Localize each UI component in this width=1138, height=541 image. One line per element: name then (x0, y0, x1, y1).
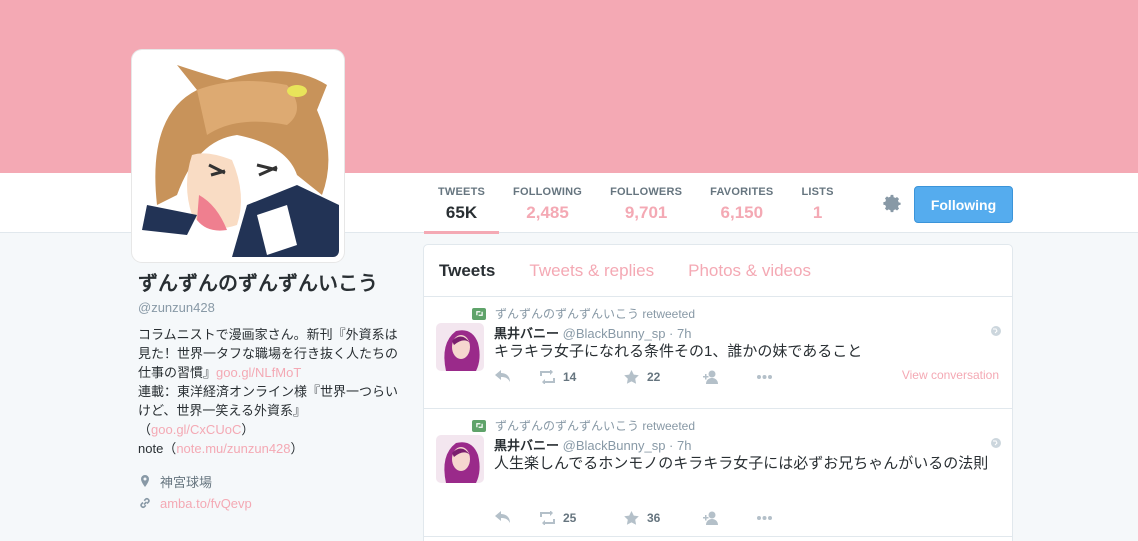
url-link[interactable]: amba.to/fvQevp (160, 496, 252, 511)
profile-url: amba.to/fvQevp (138, 492, 398, 514)
tweet-actions: 25 36 (494, 511, 773, 525)
stat-label: FOLLOWING (513, 186, 583, 198)
retweet-button[interactable]: 25 (539, 511, 623, 525)
bio-text: ） (290, 441, 304, 456)
profile-meta: 神宮球場 amba.to/fvQevp (138, 470, 398, 514)
bio-link[interactable]: goo.gl/NLfMoT (216, 365, 301, 380)
stat-followers[interactable]: FOLLOWERS 9,701 (596, 186, 696, 233)
tweet-author-avatar[interactable] (436, 435, 484, 483)
tab-tweets-replies[interactable]: Tweets & replies (529, 261, 654, 281)
retweet-context: ずんずんのずんずんいこう retweeted (472, 305, 695, 322)
profile-handle[interactable]: @zunzun428 (138, 300, 398, 315)
stat-value: 1 (812, 203, 823, 222)
tweet-header: 黒井バニー @BlackBunny_sp · 7h (494, 323, 691, 342)
stat-label: FAVORITES (710, 186, 774, 198)
more-button[interactable] (756, 370, 773, 384)
favorite-star-icon (624, 511, 639, 525)
tab-tweets[interactable]: Tweets (439, 261, 495, 281)
stat-value: 65K (445, 203, 478, 222)
reply-icon (495, 370, 510, 382)
more-button[interactable] (756, 511, 773, 525)
retweet-icon (472, 307, 486, 320)
tweet-author-avatar[interactable] (436, 323, 484, 371)
profile-avatar[interactable] (132, 50, 344, 262)
tweet-timeline: Tweets Tweets & replies Photos & videos … (423, 244, 1013, 541)
favorite-button[interactable]: 22 (623, 370, 702, 384)
tweet-text: キラキラ女子になれる条件その1、誰かの妹であること (494, 343, 863, 360)
stat-value: 6,150 (720, 203, 764, 222)
stat-following[interactable]: FOLLOWING 2,485 (499, 186, 596, 233)
favorite-count: 36 (647, 511, 661, 525)
retweet-count: 14 (563, 370, 577, 384)
tweet-item[interactable]: ずんずんのずんずんいこう retweeted 黒井バニー @BlackBunny… (424, 297, 1012, 409)
follow-icon (703, 370, 718, 384)
retweet-icon (472, 419, 486, 432)
bio-link[interactable]: goo.gl/CxCUoC (151, 422, 241, 437)
tweet-item[interactable]: ずんずんのずんずんいこう retweeted 黒井バニー @BlackBunny… (424, 409, 1012, 537)
tweet-text: 人生楽しんでるホンモノのキラキラ女子には必ずお兄ちゃんがいるの法則 (494, 455, 989, 472)
view-conversation-link[interactable]: View conversation (902, 368, 999, 382)
favorite-star-icon (624, 370, 639, 384)
retweet-context: ずんずんのずんずんいこう retweeted (472, 417, 695, 434)
tweet-author-handle[interactable]: @BlackBunny_sp · 7h (563, 326, 692, 341)
profile-location: 神宮球場 (138, 470, 398, 492)
more-icon (757, 516, 772, 520)
stat-value: 2,485 (526, 203, 569, 222)
globe-icon (991, 438, 1001, 448)
stat-tweets[interactable]: TWEETS 65K (424, 186, 500, 234)
timeline-tabs: Tweets Tweets & replies Photos & videos (424, 245, 1012, 297)
profile-stats-nav: TWEETS 65K FOLLOWING 2,485 FOLLOWERS 9,7… (424, 186, 848, 234)
tab-photos-videos[interactable]: Photos & videos (688, 261, 811, 281)
profile-name[interactable]: ずんずんのずんずんいこう (138, 272, 398, 296)
globe-icon (991, 326, 1001, 336)
follow-icon (703, 511, 718, 525)
tweet-header: 黒井バニー @BlackBunny_sp · 7h (494, 435, 691, 454)
retweet-count: 25 (563, 511, 577, 525)
stat-label: LISTS (801, 186, 834, 198)
tweet-actions: 14 22 (494, 370, 773, 384)
bio-text: note（ (138, 441, 177, 456)
bio-text: ） (241, 422, 255, 437)
reply-button[interactable] (494, 511, 539, 525)
settings-gear-icon[interactable] (881, 193, 903, 215)
favorite-count: 22 (647, 370, 661, 384)
following-button[interactable]: Following (914, 186, 1013, 223)
retweet-icon (540, 511, 555, 525)
location-text: 神宮球場 (160, 474, 213, 490)
favorite-button[interactable]: 36 (623, 511, 702, 525)
location-pin-icon (141, 475, 149, 487)
follow-author-button[interactable] (702, 370, 756, 384)
reply-icon (495, 511, 510, 523)
retweet-button[interactable]: 14 (539, 370, 623, 384)
reply-button[interactable] (494, 370, 539, 384)
profile-card: ずんずんのずんずんいこう @zunzun428 コラムニストで漫画家さん。新刊『… (138, 272, 398, 514)
tweet-author-name[interactable]: 黒井バニー (494, 326, 559, 341)
follow-author-button[interactable] (702, 511, 756, 525)
stat-lists[interactable]: LISTS 1 (787, 186, 847, 233)
stat-label: TWEETS (438, 186, 486, 198)
profile-bio: コラムニストで漫画家さん。新刊『外資系は見た！世界一タフな職場を行き抜く人たちの… (138, 325, 398, 458)
stat-favorites[interactable]: FAVORITES 6,150 (696, 186, 787, 233)
retweet-icon (540, 370, 555, 384)
more-icon (757, 375, 772, 379)
bio-link[interactable]: note.mu/zunzun428 (176, 441, 290, 456)
retweeted-by[interactable]: ずんずんのずんずんいこう retweeted (495, 417, 695, 434)
tweet-author-name[interactable]: 黒井バニー (494, 438, 559, 453)
stat-value: 9,701 (624, 203, 668, 222)
stat-label: FOLLOWERS (610, 186, 683, 198)
link-icon (140, 498, 150, 508)
avatar-illustration (137, 55, 339, 257)
retweeted-by[interactable]: ずんずんのずんずんいこう retweeted (495, 305, 695, 322)
tweet-author-handle[interactable]: @BlackBunny_sp · 7h (563, 438, 692, 453)
